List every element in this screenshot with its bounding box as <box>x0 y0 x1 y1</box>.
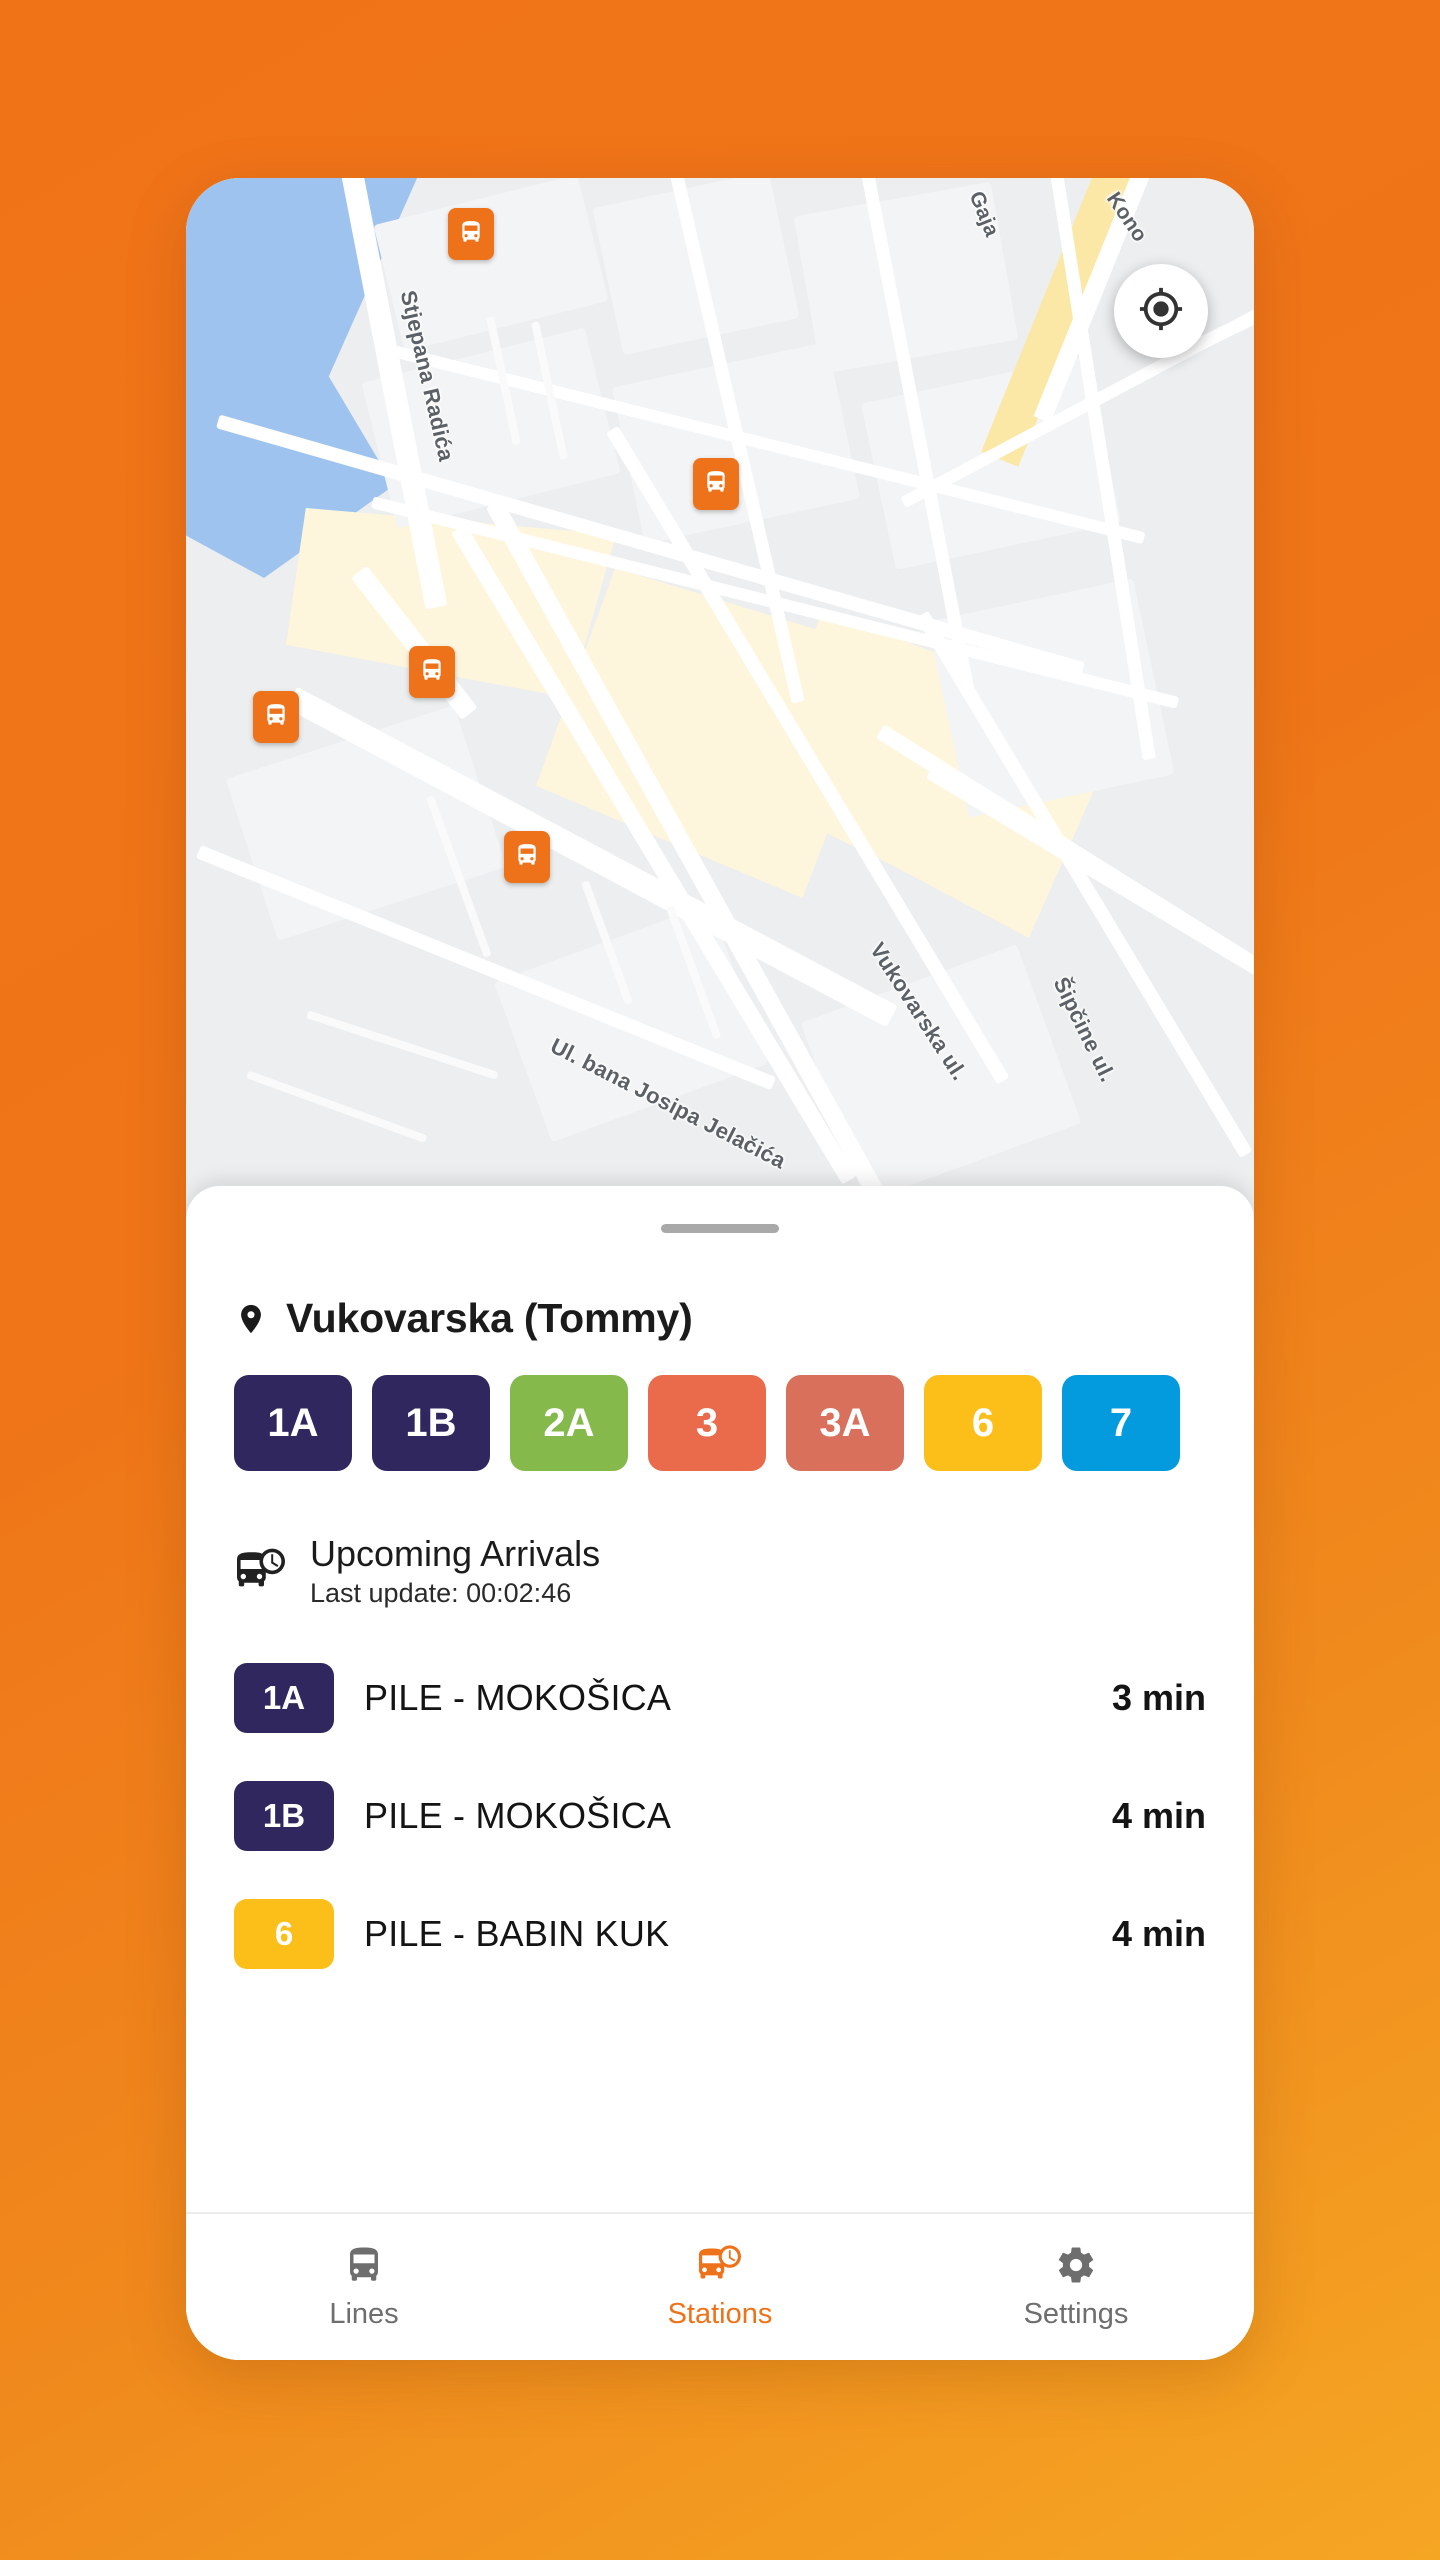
line-badge-3a[interactable]: 3A <box>786 1375 904 1471</box>
crosshair-gps-icon <box>1138 286 1184 337</box>
line-badge-list[interactable]: 1A 1B 2A 3 3A 6 7 <box>234 1375 1254 1471</box>
map-bus-marker[interactable] <box>448 208 494 260</box>
arrival-time: 4 min <box>1111 1913 1206 1955</box>
map-bus-marker[interactable] <box>409 646 455 698</box>
line-badge-7[interactable]: 7 <box>1062 1375 1180 1471</box>
tab-label: Stations <box>667 2297 773 2330</box>
arrival-line-label: 1B <box>262 1797 306 1835</box>
station-detail-sheet: Vukovarska (Tommy) 1A 1B 2A 3 3A 6 7 Upc… <box>186 1186 1254 2360</box>
line-badge-label: 3 <box>695 1400 719 1445</box>
arrival-line-label: 1A <box>262 1679 306 1717</box>
last-update-text: Last update: 00:02:46 <box>310 1578 572 1609</box>
line-badge-2a[interactable]: 2A <box>510 1375 628 1471</box>
arrival-row[interactable]: 1A PILE - MOKOŠICA 3 min <box>234 1651 1206 1745</box>
tab-lines[interactable]: Lines <box>186 2214 542 2360</box>
arrival-row[interactable]: 1B PILE - MOKOŠICA 4 min <box>234 1769 1206 1863</box>
line-badge-1a[interactable]: 1A <box>234 1375 352 1471</box>
arrival-line-label: 6 <box>274 1915 294 1953</box>
arrivals-list: 1A PILE - MOKOŠICA 3 min 1B PILE - MOKOŠ… <box>186 1651 1254 1981</box>
tab-settings[interactable]: Settings <box>898 2214 1254 2360</box>
bus-clock-icon <box>234 1547 288 1595</box>
arrival-time: 3 min <box>1111 1677 1206 1719</box>
location-pin-icon <box>234 1297 268 1341</box>
arrival-destination: PILE - MOKOŠICA <box>364 1677 672 1719</box>
map-bus-marker[interactable] <box>504 831 550 883</box>
line-badge-label: 3A <box>819 1400 871 1445</box>
bus-icon <box>343 2244 385 2286</box>
bus-icon <box>263 702 289 733</box>
line-badge-label: 7 <box>1109 1400 1133 1445</box>
upcoming-arrivals-header: Upcoming Arrivals Last update: 00:02:46 <box>234 1533 1254 1609</box>
arrival-row[interactable]: 6 PILE - BABIN KUK 4 min <box>234 1887 1206 1981</box>
gear-icon <box>1055 2244 1097 2286</box>
map-road <box>246 1070 428 1143</box>
phone-frame: Stjepana Radića Vukovarska ul. Šipčine u… <box>186 178 1254 2360</box>
line-badge-label: 2A <box>543 1400 595 1445</box>
station-name: Vukovarska (Tommy) <box>286 1295 693 1341</box>
map-block <box>860 355 1122 571</box>
bus-clock-icon <box>697 2244 743 2286</box>
arrival-line-badge: 1A <box>234 1663 334 1734</box>
map-bus-marker[interactable] <box>693 458 739 510</box>
locate-me-button[interactable] <box>1114 264 1208 358</box>
map-bus-marker[interactable] <box>253 691 299 743</box>
sheet-drag-handle[interactable] <box>661 1224 779 1233</box>
map-view[interactable]: Stjepana Radića Vukovarska ul. Šipčine u… <box>186 178 1254 1238</box>
line-badge-1b[interactable]: 1B <box>372 1375 490 1471</box>
arrival-line-badge: 1B <box>234 1781 334 1852</box>
station-header: Vukovarska (Tommy) <box>234 1295 1254 1342</box>
bus-icon <box>703 469 729 500</box>
line-badge-6[interactable]: 6 <box>924 1375 1042 1471</box>
bus-icon <box>458 219 484 250</box>
line-badge-label: 1A <box>267 1400 319 1445</box>
bottom-tab-bar: Lines Stations Settings <box>186 2212 1254 2360</box>
tab-label: Lines <box>329 2297 399 2330</box>
tab-stations[interactable]: Stations <box>542 2214 898 2360</box>
line-badge-label: 6 <box>971 1400 995 1445</box>
bus-icon <box>419 657 445 688</box>
arrival-destination: PILE - BABIN KUK <box>364 1913 670 1955</box>
bus-icon <box>514 842 540 873</box>
arrival-line-badge: 6 <box>234 1899 334 1970</box>
map-road <box>306 1010 499 1080</box>
line-badge-label: 1B <box>405 1400 457 1445</box>
tab-label: Settings <box>1023 2297 1129 2330</box>
arrival-time: 4 min <box>1111 1795 1206 1837</box>
arrival-destination: PILE - MOKOŠICA <box>364 1795 672 1837</box>
line-badge-3[interactable]: 3 <box>648 1375 766 1471</box>
upcoming-arrivals-title: Upcoming Arrivals <box>310 1533 601 1574</box>
